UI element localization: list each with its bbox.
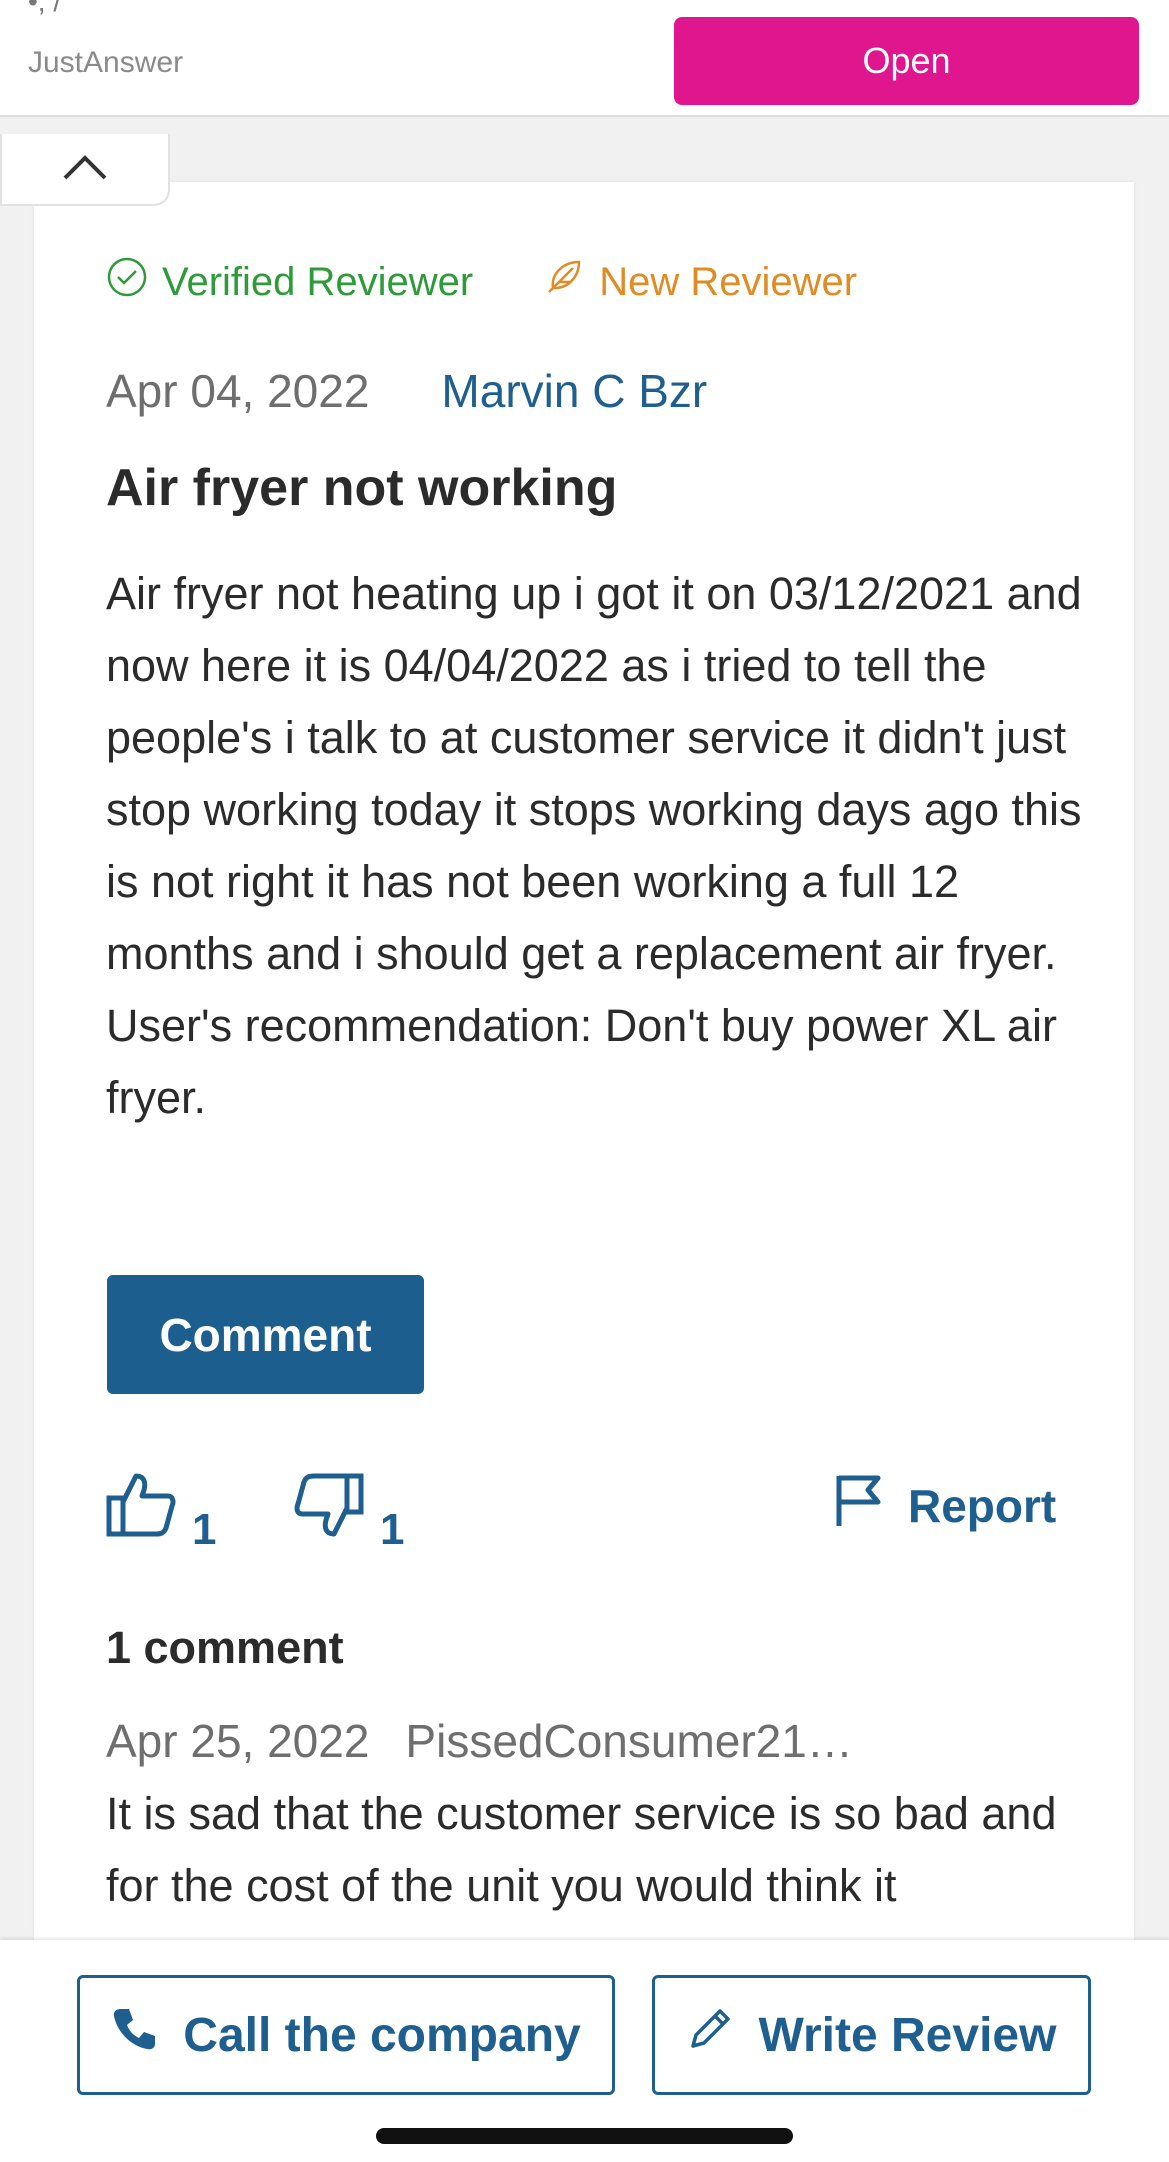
thumbs-up-button[interactable]: 1 (106, 1472, 216, 1554)
thumbs-down-count: 1 (380, 1505, 405, 1554)
comments-count: 1 comment (106, 1622, 344, 1673)
chevron-up-icon (61, 152, 109, 187)
write-review-button[interactable]: Write Review (652, 1975, 1091, 2095)
review-date: Apr 04, 2022 (106, 365, 370, 417)
review-body: Air fryer not heating up i got it on 03/… (106, 568, 1082, 1123)
comment-button[interactable]: Comment (107, 1275, 424, 1394)
thumbs-down-button[interactable]: 1 (294, 1472, 404, 1554)
comment-author: PissedConsumer21… (405, 1715, 853, 1767)
reviewer-badges: Verified Reviewer New Reviewer (106, 256, 857, 308)
feather-icon (543, 256, 599, 308)
check-circle-icon (106, 256, 162, 308)
ad-open-button[interactable]: Open (674, 17, 1139, 105)
verified-reviewer-label: Verified Reviewer (162, 259, 474, 304)
verified-reviewer-badge: Verified Reviewer (106, 256, 473, 308)
call-company-button[interactable]: Call the company (77, 1975, 615, 2095)
review-card: Verified Reviewer New Reviewer Apr 04, 2… (34, 182, 1134, 1942)
comment-meta: Apr 25, 2022 PissedConsumer21… (106, 1714, 853, 1768)
comment-text: It is sad that the customer service is s… (106, 1788, 1057, 1911)
thumbs-up-icon (106, 1472, 176, 1549)
report-button[interactable]: Report (834, 1472, 1056, 1539)
review-meta: Apr 04, 2022 Marvin C Bzr (106, 364, 707, 418)
comment-date: Apr 25, 2022 (106, 1715, 370, 1767)
ad-banner[interactable]: •, / JustAnswer Open (0, 0, 1169, 117)
thumbs-down-icon (294, 1472, 364, 1549)
collapse-ad-button[interactable] (0, 134, 170, 206)
new-reviewer-badge: New Reviewer (543, 256, 857, 308)
pencil-icon (687, 2006, 759, 2064)
write-review-label: Write Review (758, 2008, 1057, 2062)
new-reviewer-label: New Reviewer (599, 259, 858, 304)
review-author-link[interactable]: Marvin C Bzr (441, 364, 707, 418)
home-indicator (376, 2128, 793, 2144)
review-title: Air fryer not working (106, 459, 618, 517)
thumbs-up-count: 1 (192, 1505, 217, 1554)
ad-cut-text: •, / (28, 0, 62, 17)
phone-icon (111, 2006, 183, 2064)
ad-brand: JustAnswer (28, 46, 184, 79)
report-label: Report (908, 1479, 1057, 1532)
call-company-label: Call the company (183, 2008, 581, 2062)
flag-icon (834, 1472, 884, 1539)
